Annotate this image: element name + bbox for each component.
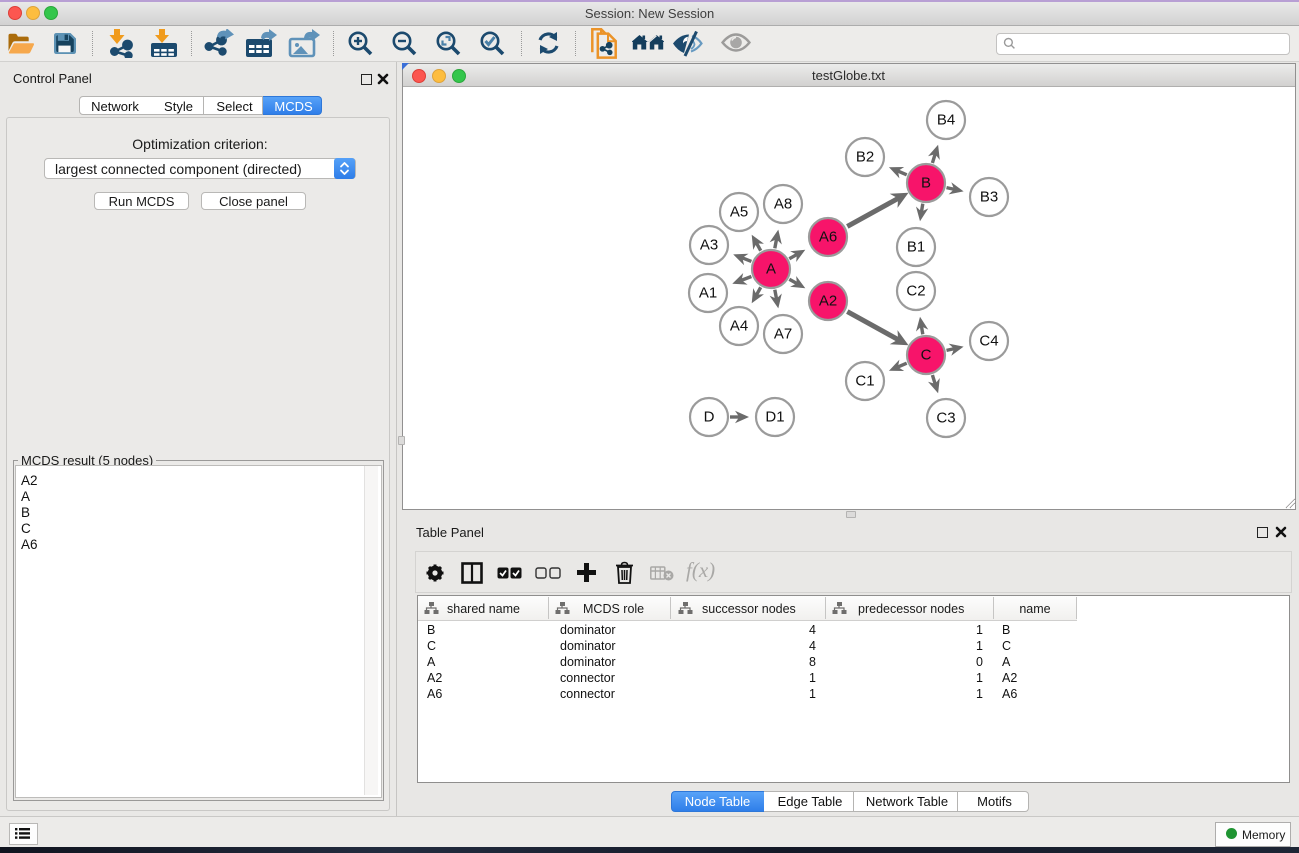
svg-text:D: D (704, 409, 715, 426)
svg-text:C3: C3 (936, 410, 955, 427)
svg-text:C2: C2 (906, 283, 925, 300)
svg-text:B3: B3 (980, 189, 998, 206)
svg-text:A2: A2 (819, 293, 837, 310)
svg-text:B1: B1 (907, 239, 925, 256)
svg-text:C4: C4 (979, 333, 998, 350)
svg-text:A: A (766, 261, 776, 278)
svg-text:A3: A3 (700, 237, 718, 254)
svg-text:C1: C1 (855, 373, 874, 390)
svg-text:A7: A7 (774, 326, 792, 343)
svg-text:D1: D1 (765, 409, 784, 426)
svg-text:A8: A8 (774, 196, 792, 213)
svg-text:C: C (921, 347, 932, 364)
svg-text:A6: A6 (819, 229, 837, 246)
svg-text:A4: A4 (730, 318, 748, 335)
svg-text:A5: A5 (730, 204, 748, 221)
svg-text:B: B (921, 175, 931, 192)
svg-text:B2: B2 (856, 149, 874, 166)
svg-text:A1: A1 (699, 285, 717, 302)
svg-text:B4: B4 (937, 112, 955, 129)
